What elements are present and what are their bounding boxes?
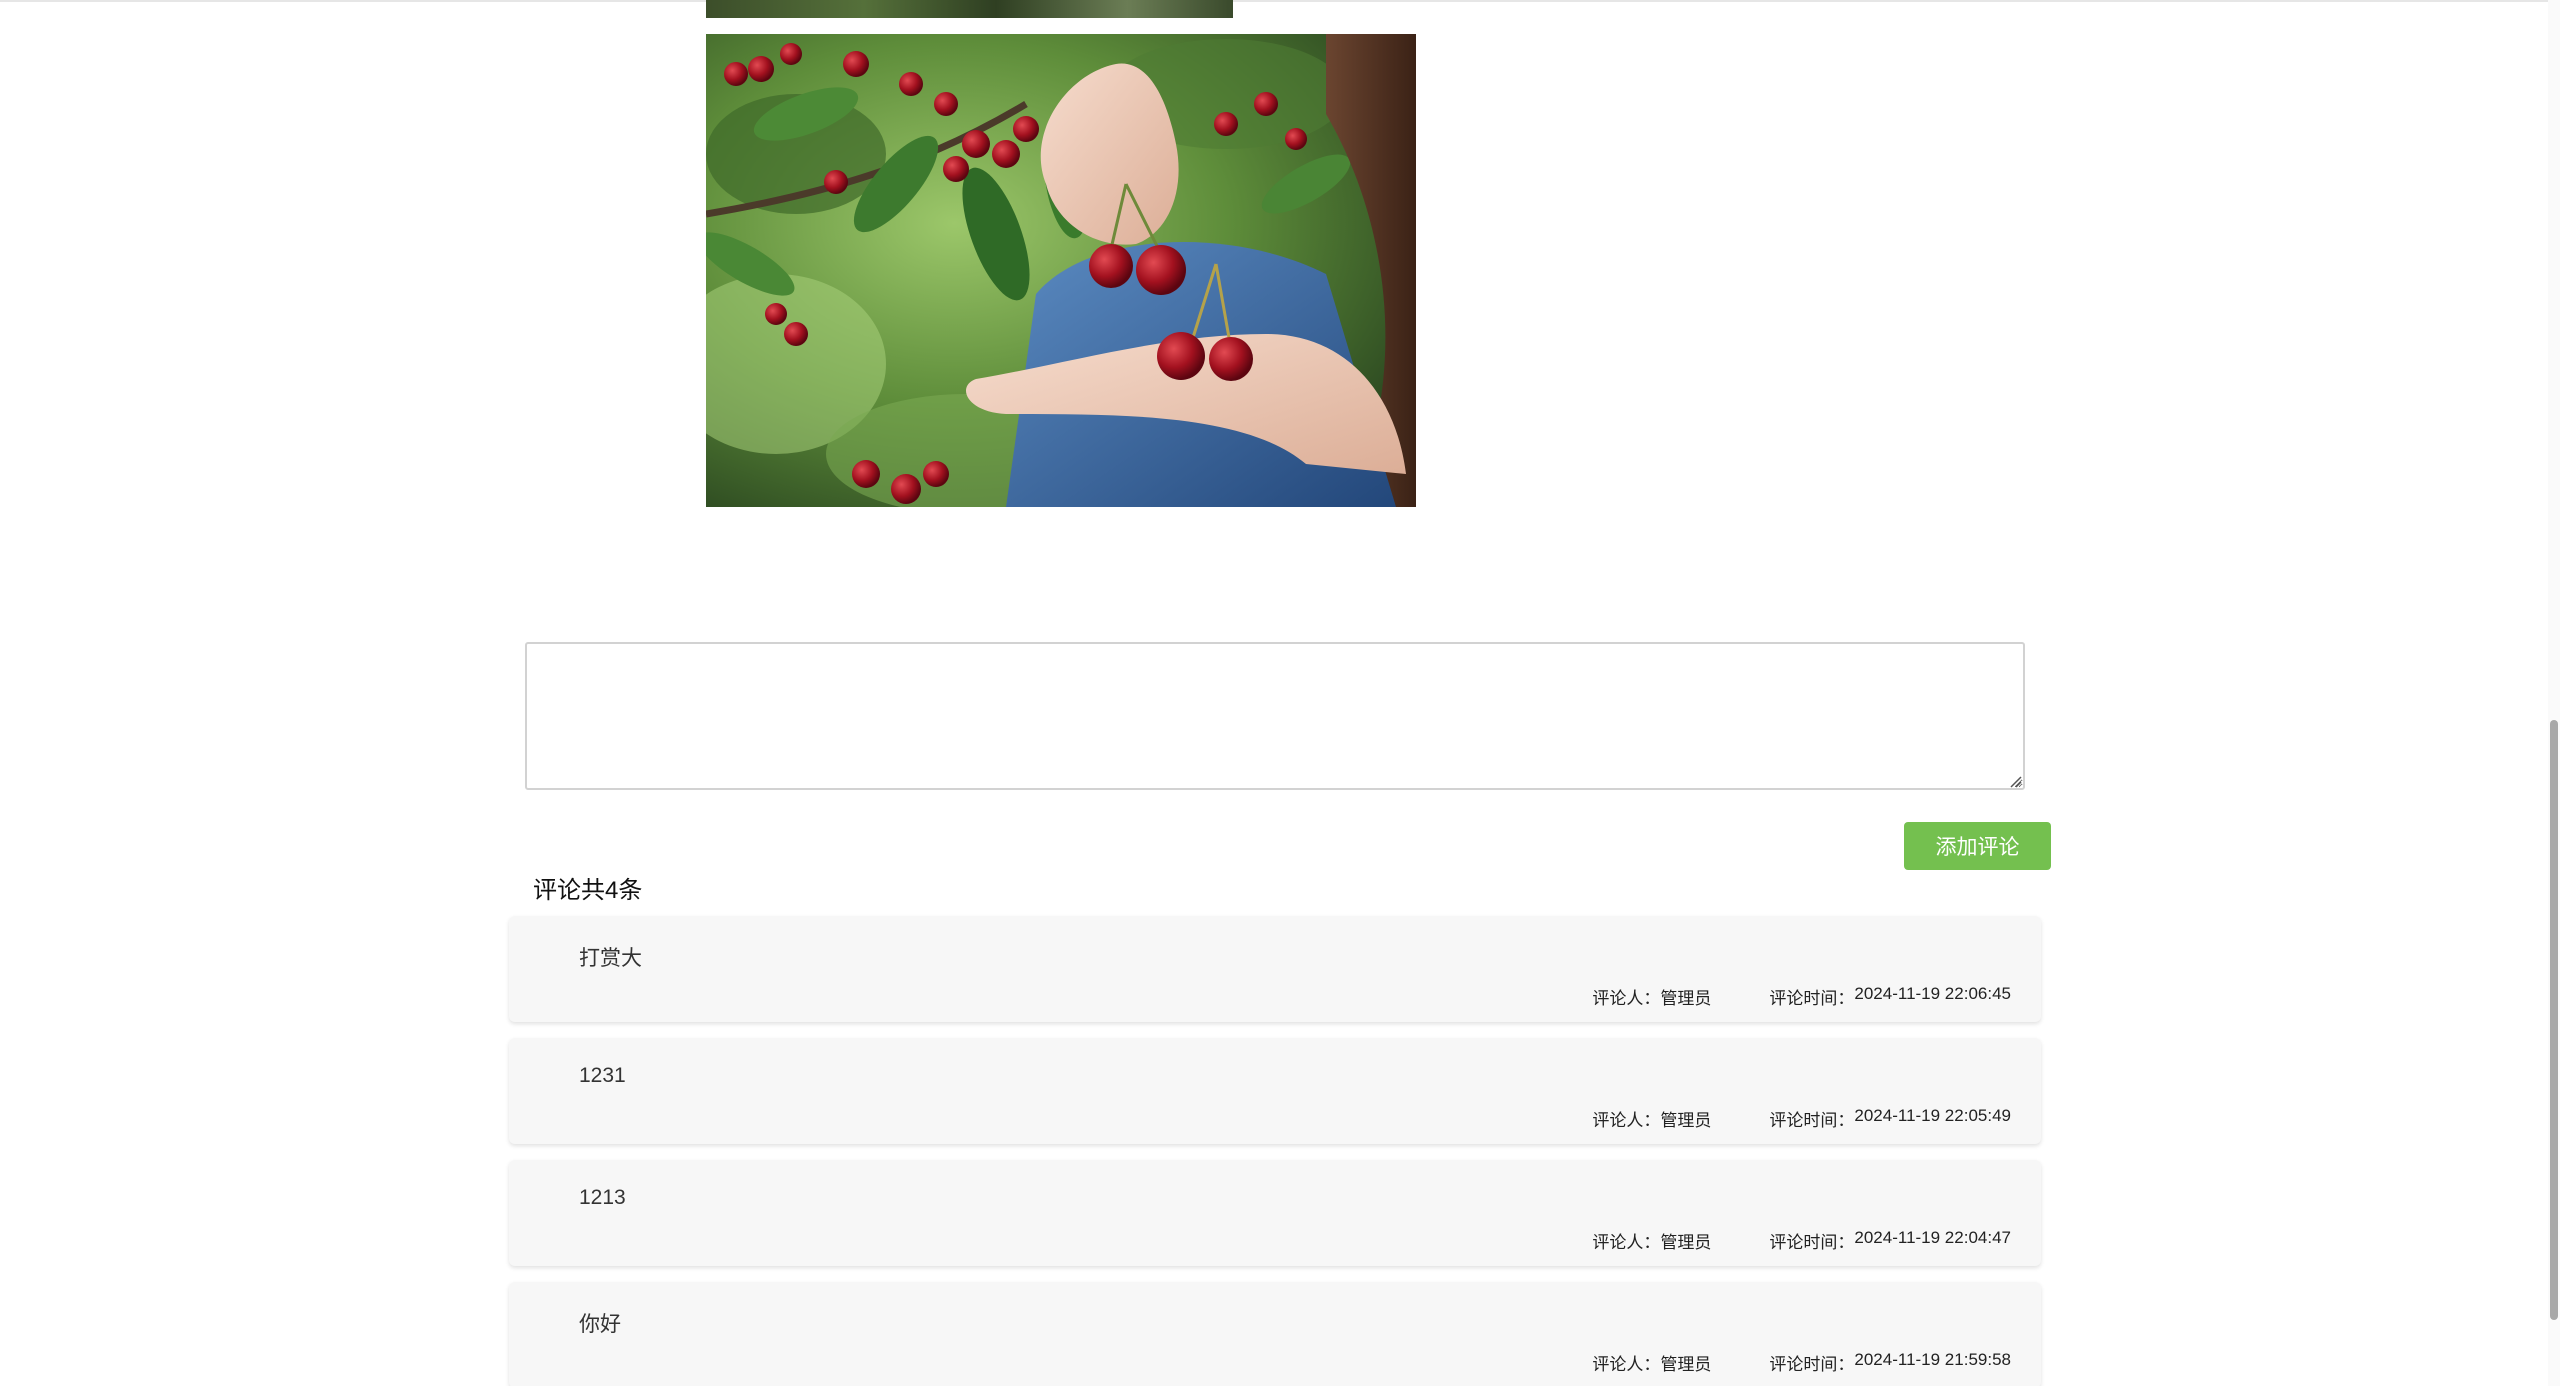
- time-label: 评论时间：: [1769, 1355, 1855, 1374]
- time-value: 2024-11-19 21:59:58: [1854, 1350, 2011, 1369]
- comment-meta: 评论人： 管理员 评论时间： 2024-11-19 22:06:45: [1592, 984, 2011, 1009]
- comment-card: 打赏大 评论人： 管理员 评论时间： 2024-11-19 22:06:45: [509, 916, 2041, 1022]
- comment-time: 评论时间： 2024-11-19 21:59:58: [1769, 1350, 2011, 1375]
- comment-meta: 评论人： 管理员 评论时间： 2024-11-19 22:04:47: [1592, 1228, 2011, 1253]
- time-label: 评论时间：: [1769, 1233, 1855, 1252]
- author-label: 评论人：: [1592, 1233, 1661, 1252]
- comment-input[interactable]: [525, 642, 2025, 790]
- page: 添加评论 评论共4条 打赏大 评论人： 管理员 评论时间： 2024-11-19 2…: [0, 0, 2560, 1386]
- comment-author: 评论人： 管理员: [1592, 1350, 1711, 1375]
- comment-text: 1231: [579, 1064, 626, 1087]
- comment-author: 评论人： 管理员: [1592, 1228, 1711, 1253]
- comment-time: 评论时间： 2024-11-19 22:04:47: [1769, 1228, 2011, 1253]
- article-image-cropped: [706, 0, 1233, 18]
- time-value: 2024-11-19 22:05:49: [1854, 1106, 2011, 1125]
- comment-time: 评论时间： 2024-11-19 22:06:45: [1769, 984, 2011, 1009]
- comment-meta: 评论人： 管理员 评论时间： 2024-11-19 22:05:49: [1592, 1106, 2011, 1131]
- author-value: 管理员: [1660, 1233, 1712, 1252]
- top-divider: [0, 0, 2550, 2]
- author-value: 管理员: [1660, 1355, 1712, 1374]
- comment-card: 你好 评论人： 管理员 评论时间： 2024-11-19 21:59:58: [509, 1282, 2041, 1386]
- author-value: 管理员: [1660, 989, 1712, 1008]
- author-label: 评论人：: [1592, 989, 1661, 1008]
- page-scrollbar-thumb[interactable]: [2550, 720, 2558, 1320]
- author-value: 管理员: [1660, 1111, 1712, 1130]
- comment-text: 1213: [579, 1186, 626, 1209]
- time-value: 2024-11-19 22:06:45: [1854, 984, 2011, 1003]
- comment-count-heading: 评论共4条: [533, 877, 643, 904]
- author-label: 评论人：: [1592, 1355, 1661, 1374]
- comment-time: 评论时间： 2024-11-19 22:05:49: [1769, 1106, 2011, 1131]
- author-label: 评论人：: [1592, 1111, 1661, 1130]
- comment-list: 打赏大 评论人： 管理员 评论时间： 2024-11-19 22:06:45 123…: [509, 916, 2041, 1386]
- comment-text: 打赏大: [579, 947, 642, 970]
- article-image-cherries: [706, 34, 1416, 507]
- comment-author: 评论人： 管理员: [1592, 1106, 1711, 1131]
- comment-meta: 评论人： 管理员 评论时间： 2024-11-19 21:59:58: [1592, 1350, 2011, 1375]
- comment-card: 1213 评论人： 管理员 评论时间： 2024-11-19 22:04:47: [509, 1160, 2041, 1266]
- time-value: 2024-11-19 22:04:47: [1854, 1228, 2011, 1247]
- add-comment-button[interactable]: 添加评论: [1904, 822, 2051, 870]
- comment-card: 1231 评论人： 管理员 评论时间： 2024-11-19 22:05:49: [509, 1038, 2041, 1144]
- time-label: 评论时间：: [1769, 1111, 1855, 1130]
- comment-text: 你好: [579, 1313, 621, 1336]
- time-label: 评论时间：: [1769, 989, 1855, 1008]
- comment-author: 评论人： 管理员: [1592, 984, 1711, 1009]
